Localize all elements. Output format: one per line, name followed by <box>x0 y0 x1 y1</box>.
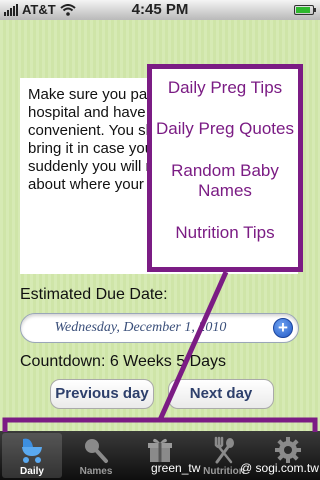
due-date-label: Estimated Due Date: <box>20 286 168 303</box>
tab-names[interactable]: Names <box>66 433 126 478</box>
menu-item-nutrition-tips[interactable]: Nutrition Tips <box>152 223 298 243</box>
menu-item-daily-preg-quotes[interactable]: Daily Preg Quotes <box>152 119 298 139</box>
watermark-site: @ sogi.com.tw <box>240 461 319 475</box>
tab-label: Names <box>79 466 113 477</box>
watermark-author: green_tw <box>151 461 201 475</box>
baby-stroller-icon <box>22 438 42 463</box>
tab-daily[interactable]: Daily <box>2 433 62 478</box>
fork-spoon-icon <box>214 436 234 464</box>
menu-item-daily-preg-tips[interactable]: Daily Preg Tips <box>152 78 298 98</box>
add-date-button[interactable]: + <box>273 318 293 338</box>
rattle-icon <box>85 439 108 463</box>
status-time: 4:45 PM <box>131 1 189 18</box>
countdown-text: Countdown: 6 Weeks 5 Days <box>20 353 227 370</box>
battery-icon <box>294 5 316 15</box>
menu-popup: Daily Preg Tips Daily Preg Quotes Random… <box>147 64 303 272</box>
menu-item-random-baby-names[interactable]: Random Baby Names <box>152 161 298 201</box>
status-bar: AT&T 4:45 PM <box>0 0 320 20</box>
next-day-button[interactable]: Next day <box>168 379 274 409</box>
due-date-value: Wednesday, December 1, 2010 <box>54 320 227 335</box>
due-date-field[interactable]: Wednesday, December 1, 2010 + <box>20 313 299 343</box>
tab-label: Daily <box>20 466 44 477</box>
previous-day-button[interactable]: Previous day <box>50 379 154 409</box>
